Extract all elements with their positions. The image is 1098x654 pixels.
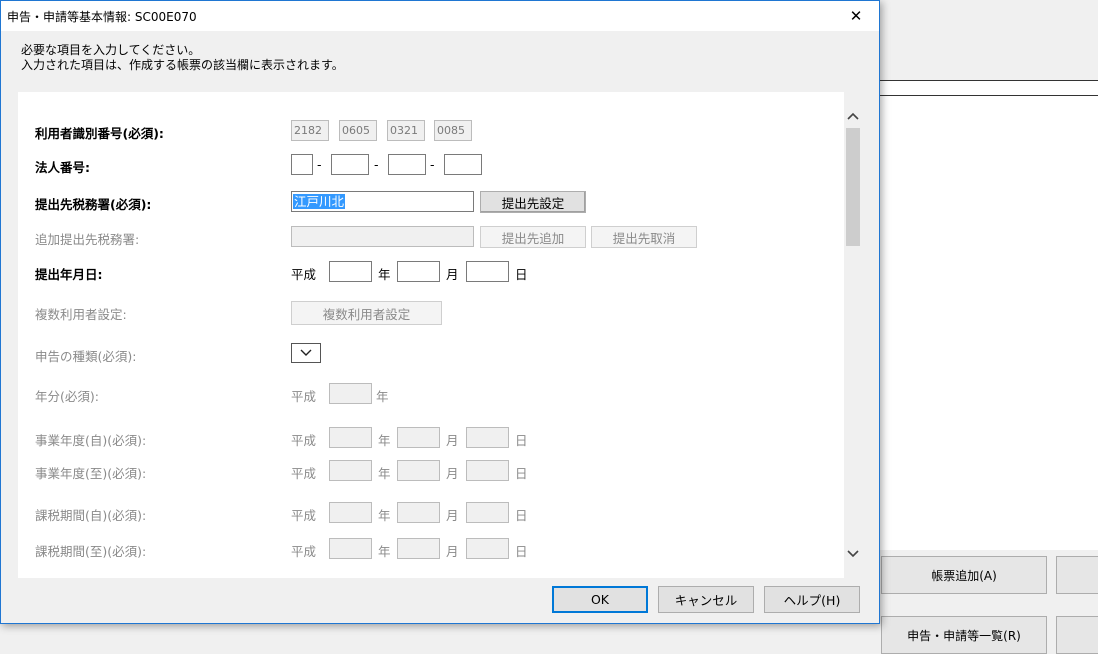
row-corp-number: 法人番号: - - - xyxy=(18,154,844,176)
year-portion-label: 年分(必須): xyxy=(35,389,99,404)
scrollbar-thumb[interactable] xyxy=(846,128,860,246)
tax-period-from-label: 課税期間(自)(必須): xyxy=(35,508,147,523)
instructions: 必要な項目を入力してください。 入力された項目は、作成する帳票の該当欄に表示され… xyxy=(21,43,344,73)
additional-office-label: 追加提出先税務署: xyxy=(35,232,140,247)
row-multi-user: 複数利用者設定: 複数利用者設定 xyxy=(18,301,844,325)
year-portion-field[interactable] xyxy=(329,383,372,404)
background-button-right[interactable] xyxy=(1056,556,1098,594)
background-list-panel xyxy=(878,80,1098,550)
user-id-label: 利用者識別番号(必須): xyxy=(35,126,164,141)
fiscal-to-day-field[interactable] xyxy=(466,460,509,481)
tax-office-value: 江戸川北 xyxy=(293,194,346,209)
ok-button[interactable]: OK xyxy=(552,586,648,613)
row-user-id: 利用者識別番号(必須): 2182 0605 0321 0085 xyxy=(18,120,844,142)
close-icon[interactable]: ✕ xyxy=(833,1,879,31)
add-form-button[interactable]: 帳票追加(A) xyxy=(881,556,1047,594)
additional-office-field[interactable] xyxy=(291,226,474,247)
scroll-up-icon[interactable] xyxy=(844,106,862,126)
tax-period-to-label: 課税期間(至)(必須): xyxy=(35,544,147,559)
remove-tax-office-button[interactable]: 提出先取消 xyxy=(591,226,697,248)
row-fiscal-from: 事業年度(自)(必須): 平成 年 月 日 xyxy=(18,427,844,449)
submit-day-field[interactable] xyxy=(466,261,509,282)
corp-number-part-3[interactable] xyxy=(388,154,426,175)
corp-number-label: 法人番号: xyxy=(35,160,90,175)
tax-period-to-month-field[interactable] xyxy=(397,538,440,559)
row-declaration-type: 申告の種類(必須): xyxy=(18,343,844,365)
era-text: 平成 xyxy=(291,267,317,282)
set-tax-office-button[interactable]: 提出先設定 xyxy=(480,191,586,213)
vertical-scrollbar[interactable] xyxy=(844,92,862,578)
window-title: 申告・申請等基本情報: SC00E070 xyxy=(7,9,197,24)
user-id-part-2: 0605 xyxy=(339,120,377,141)
user-id-part-3: 0321 xyxy=(387,120,425,141)
add-tax-office-button[interactable]: 提出先追加 xyxy=(480,226,586,248)
declaration-list-button[interactable]: 申告・申請等一覧(R) xyxy=(881,616,1047,654)
form-scroll-area: 利用者識別番号(必須): 2182 0605 0321 0085 法人番号: -… xyxy=(18,92,862,578)
submit-month-field[interactable] xyxy=(397,261,440,282)
tax-period-from-month-field[interactable] xyxy=(397,502,440,523)
fiscal-from-year-field[interactable] xyxy=(329,427,372,448)
user-id-part-4: 0085 xyxy=(434,120,472,141)
fiscal-from-day-field[interactable] xyxy=(466,427,509,448)
tax-period-from-day-field[interactable] xyxy=(466,502,509,523)
declaration-type-label: 申告の種類(必須): xyxy=(35,349,137,364)
instruction-line-2: 入力された項目は、作成する帳票の該当欄に表示されます。 xyxy=(21,58,344,72)
fiscal-to-label: 事業年度(至)(必須): xyxy=(35,466,147,481)
corp-number-part-4[interactable] xyxy=(444,154,482,175)
fiscal-to-month-field[interactable] xyxy=(397,460,440,481)
declaration-type-select[interactable] xyxy=(291,343,321,363)
multi-user-label: 複数利用者設定: xyxy=(35,307,127,322)
corp-number-part-2[interactable] xyxy=(331,154,369,175)
tax-office-field[interactable]: 江戸川北 xyxy=(291,191,474,212)
fiscal-from-month-field[interactable] xyxy=(397,427,440,448)
instruction-line-1: 必要な項目を入力してください。 xyxy=(21,43,201,57)
row-tax-office: 提出先税務署(必須): 江戸川北 提出先設定 xyxy=(18,191,844,213)
corp-number-part-1[interactable] xyxy=(291,154,313,175)
user-id-part-1: 2182 xyxy=(291,120,329,141)
cancel-button[interactable]: キャンセル xyxy=(658,586,754,613)
row-submit-date: 提出年月日: 平成 年 月 日 xyxy=(18,261,844,283)
help-button[interactable]: ヘルプ(H) xyxy=(764,586,860,613)
basic-info-dialog: 申告・申請等基本情報: SC00E070 ✕ 必要な項目を入力してください。 入… xyxy=(0,0,880,624)
chevron-down-icon xyxy=(300,349,312,356)
fiscal-from-label: 事業年度(自)(必須): xyxy=(35,433,147,448)
background-button-right-2[interactable] xyxy=(1056,616,1098,654)
row-tax-period-from: 課税期間(自)(必須): 平成 年 月 日 xyxy=(18,502,844,524)
row-year-portion: 年分(必須): 平成 年 xyxy=(18,383,844,405)
row-tax-period-to: 課税期間(至)(必須): 平成 年 月 日 xyxy=(18,538,844,560)
submit-year-field[interactable] xyxy=(329,261,372,282)
tax-office-label: 提出先税務署(必須): xyxy=(35,197,152,212)
row-fiscal-to: 事業年度(至)(必須): 平成 年 月 日 xyxy=(18,460,844,482)
title-bar: 申告・申請等基本情報: SC00E070 ✕ xyxy=(1,1,879,31)
tax-period-from-year-field[interactable] xyxy=(329,502,372,523)
tax-period-to-day-field[interactable] xyxy=(466,538,509,559)
tax-period-to-year-field[interactable] xyxy=(329,538,372,559)
submit-date-label: 提出年月日: xyxy=(35,267,103,282)
fiscal-to-year-field[interactable] xyxy=(329,460,372,481)
multi-user-button[interactable]: 複数利用者設定 xyxy=(291,301,442,325)
scroll-down-icon[interactable] xyxy=(844,544,862,564)
row-additional-office: 追加提出先税務署: 提出先追加 提出先取消 xyxy=(18,226,844,248)
